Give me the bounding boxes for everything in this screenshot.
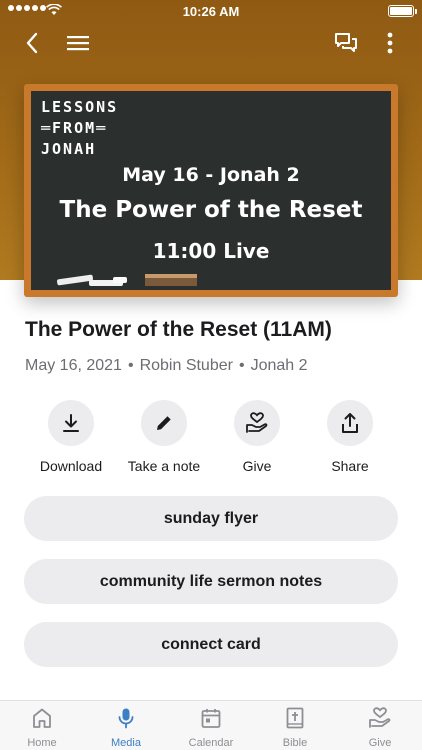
sermon-meta: May 16, 2021 • Robin Stuber • Jonah 2 (25, 357, 308, 375)
tab-home[interactable]: Home (0, 701, 84, 750)
give-icon (369, 707, 391, 728)
take-note-button[interactable]: Take a note (114, 400, 214, 474)
chalkboard: LESSONS ═FROM═ JONAH May 16 - Jonah 2 Th… (31, 91, 391, 290)
tab-bible[interactable]: Bible (253, 701, 337, 750)
artwork-service-line: 11:00 Live (152, 239, 270, 263)
give-label: Give (242, 458, 272, 474)
status-bar: 10:26 AM (0, 0, 422, 22)
share-label: Share (331, 458, 369, 474)
sermon-artwork: LESSONS ═FROM═ JONAH May 16 - Jonah 2 Th… (24, 84, 398, 297)
download-icon (63, 414, 79, 432)
tab-media-label: Media (111, 737, 141, 749)
home-icon (33, 708, 51, 728)
tab-home-label: Home (27, 737, 57, 749)
tab-give-label: Give (368, 737, 392, 749)
sermon-title: The Power of the Reset (11AM) (25, 318, 332, 341)
menu-button[interactable] (62, 28, 94, 58)
tab-media[interactable]: Media (84, 701, 168, 750)
pencil-icon (157, 416, 171, 430)
artwork-title-line: The Power of the Reset (59, 197, 363, 223)
tab-give[interactable]: Give (338, 701, 422, 750)
chat-icon (335, 33, 357, 52)
back-chevron-icon (26, 32, 38, 54)
more-vertical-icon (387, 32, 393, 54)
meta-separator: • (127, 357, 134, 374)
connect-card-button[interactable]: connect card (24, 622, 398, 667)
sermon-date: May 16, 2021 (25, 357, 122, 374)
share-button[interactable]: Share (300, 400, 400, 474)
microphone-icon (118, 708, 134, 729)
meta-separator: • (238, 357, 245, 374)
community-life-sermon-notes-button[interactable]: community life sermon notes (24, 559, 398, 604)
bible-icon (286, 707, 304, 729)
series-title: LESSONS ═FROM═ JONAH (41, 98, 119, 158)
tab-bar: Home Media Calendar Bible Give (0, 700, 422, 750)
chat-button[interactable] (330, 28, 362, 58)
action-row: Download Take a note Give Share (0, 400, 422, 480)
tab-calendar-label: Calendar (188, 737, 234, 749)
artwork-date-line: May 16 - Jonah 2 (122, 164, 300, 186)
sermon-speaker[interactable]: Robin Stuber (140, 357, 233, 374)
nav-bar (0, 28, 422, 60)
tab-bible-label: Bible (282, 737, 308, 749)
hamburger-menu-icon (67, 36, 89, 51)
calendar-icon (201, 709, 221, 728)
more-button[interactable] (378, 28, 402, 58)
take-note-label: Take a note (127, 458, 201, 474)
give-button[interactable]: Give (207, 400, 307, 474)
tab-calendar[interactable]: Calendar (169, 701, 253, 750)
chalk-piece (56, 274, 94, 286)
back-button[interactable] (18, 28, 46, 58)
sunday-flyer-button[interactable]: sunday flyer (24, 496, 398, 541)
battery-icon (388, 5, 417, 17)
share-icon (342, 413, 358, 433)
give-hand-heart-icon (246, 412, 268, 433)
sermon-passage[interactable]: Jonah 2 (251, 357, 308, 374)
status-time: 10:26 AM (182, 4, 240, 19)
eraser (145, 274, 197, 286)
download-button[interactable]: Download (21, 400, 121, 474)
chalk-piece (113, 277, 127, 283)
download-label: Download (39, 458, 103, 474)
